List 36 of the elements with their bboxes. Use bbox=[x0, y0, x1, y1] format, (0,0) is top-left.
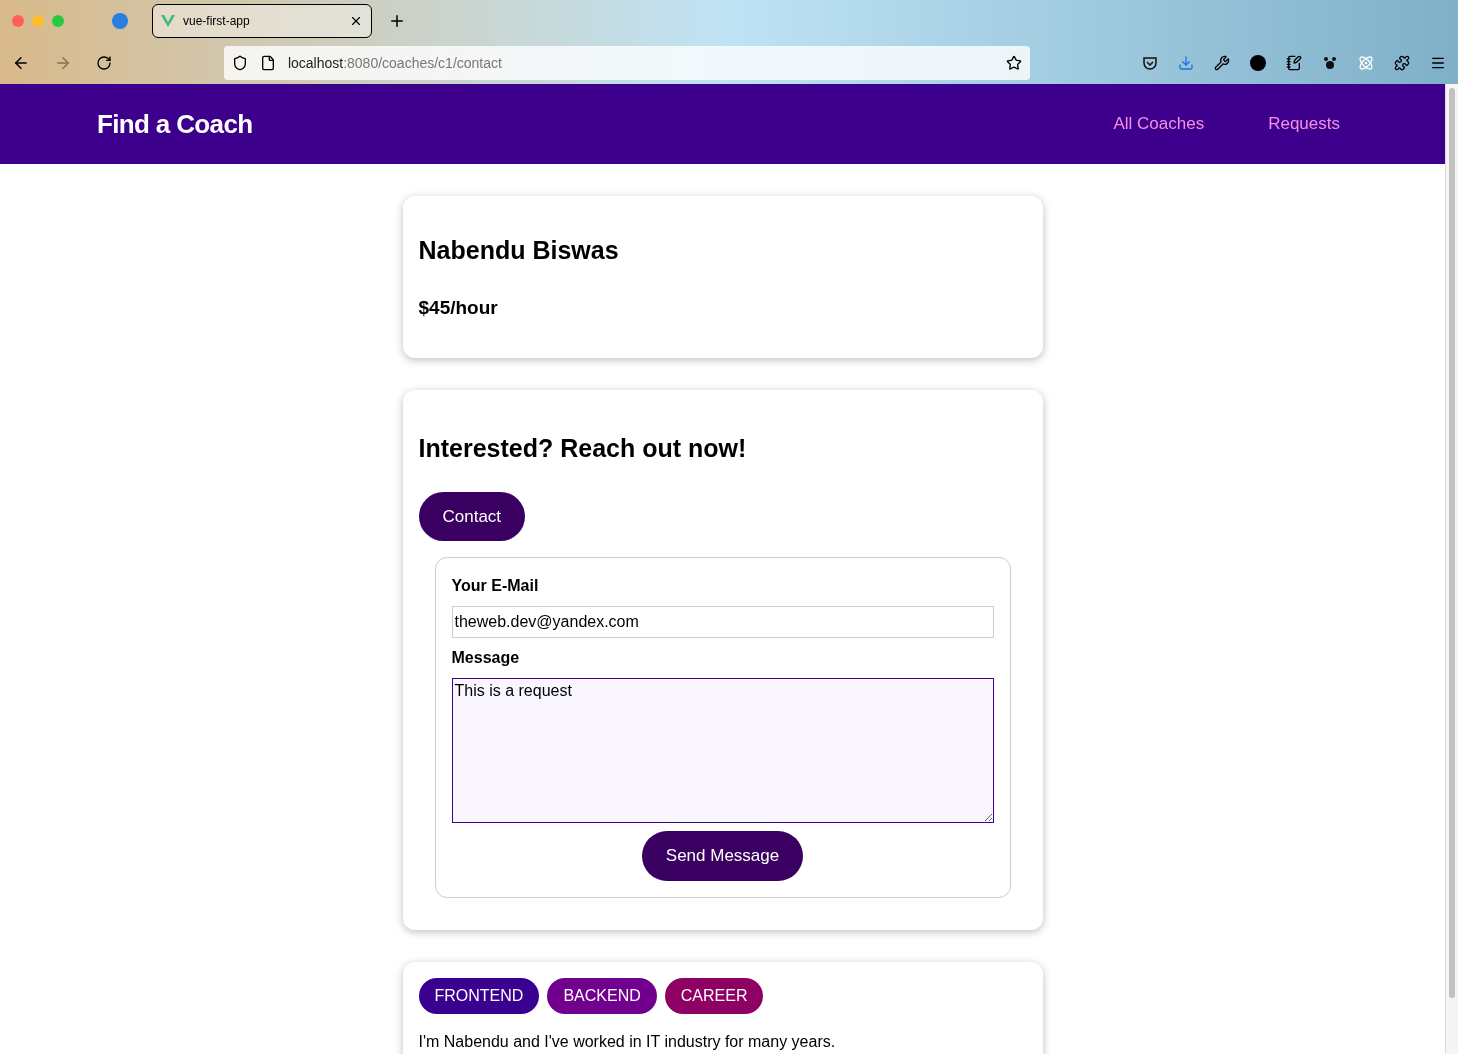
nav-link[interactable]: Requests bbox=[1268, 111, 1340, 137]
url-text: localhost:8080/coaches/c1/contact bbox=[287, 54, 503, 73]
send-message-button[interactable]: Send Message bbox=[641, 831, 804, 881]
coach-name: Nabendu Biswas bbox=[418, 235, 620, 266]
nav-link[interactable]: All Coaches bbox=[1113, 111, 1205, 137]
email-field[interactable]: theweb.dev@yandex.com bbox=[451, 606, 994, 638]
wrench-icon[interactable] bbox=[1214, 55, 1230, 71]
tag-badge: FRONTEND bbox=[418, 977, 540, 1014]
shield-icon bbox=[231, 55, 248, 71]
tag-badge: CAREER bbox=[664, 977, 764, 1014]
coach-description: I'm Nabendu and I've worked in IT industry for many years. bbox=[418, 1031, 837, 1052]
contact-heading: Interested? Reach out now! bbox=[418, 433, 748, 464]
extension-badge-icon[interactable] bbox=[1250, 55, 1266, 71]
tab-title: vue-first-app bbox=[183, 13, 251, 29]
back-icon[interactable] bbox=[12, 54, 30, 72]
pocket-icon[interactable] bbox=[1142, 55, 1158, 71]
menu-icon[interactable] bbox=[1430, 55, 1446, 71]
browser-tab[interactable]: vue-first-app bbox=[152, 4, 372, 38]
bookmark-star-icon[interactable] bbox=[1006, 55, 1022, 71]
extensions-icon[interactable] bbox=[1394, 55, 1410, 71]
reload-icon[interactable] bbox=[95, 55, 112, 71]
field-label: Message bbox=[451, 648, 521, 668]
message-field[interactable]: This is a request bbox=[451, 678, 994, 823]
page-icon bbox=[259, 55, 276, 71]
contact-button[interactable]: Contact bbox=[418, 491, 526, 541]
site-logo[interactable]: Find a Coach bbox=[97, 104, 1114, 144]
notes-icon[interactable] bbox=[1286, 55, 1302, 71]
v-logo-icon bbox=[161, 15, 175, 27]
paw-icon[interactable] bbox=[1322, 55, 1338, 71]
new-tab-icon[interactable] bbox=[388, 12, 406, 30]
close-icon[interactable] bbox=[349, 14, 363, 28]
coach-rate: $45/hour bbox=[418, 295, 499, 320]
address-bar[interactable]: localhost:8080/coaches/c1/contact bbox=[223, 46, 1030, 80]
tag-badge: BACKEND bbox=[547, 977, 657, 1014]
field-label: Your E-Mail bbox=[451, 576, 540, 596]
scrollbar[interactable] bbox=[1445, 84, 1458, 1054]
